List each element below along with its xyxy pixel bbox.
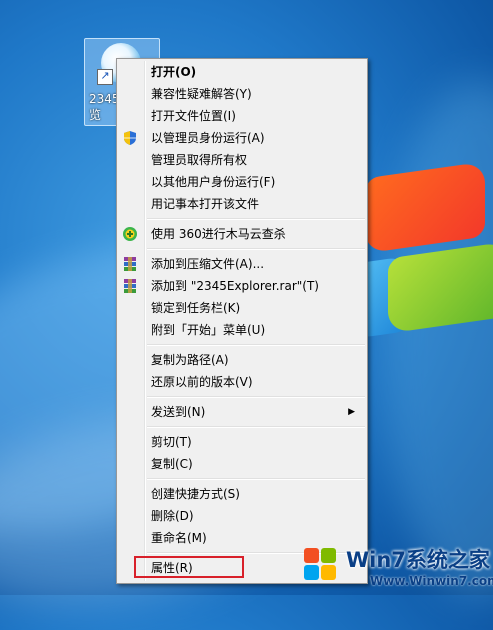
menu-item[interactable]: 用记事本打开该文件 xyxy=(117,193,367,215)
menu-item[interactable]: 以其他用户身份运行(F) xyxy=(117,171,367,193)
watermark-title: Win7系统之家 xyxy=(346,548,490,572)
menu-item-label: 兼容性疑难解答(Y) xyxy=(151,87,252,101)
winrar-icon xyxy=(122,278,138,294)
menu-item-label: 重命名(M) xyxy=(151,531,207,545)
menu-item[interactable]: 使用 360进行木马云查杀 xyxy=(117,223,367,245)
menu-item-label: 锁定到任务栏(K) xyxy=(151,301,241,315)
menu-item-label: 打开(O) xyxy=(151,65,197,79)
menu-item[interactable]: 打开(O) xyxy=(117,61,367,83)
shortcut-arrow-icon: ↗ xyxy=(97,69,113,85)
menu-item-label: 用记事本打开该文件 xyxy=(151,197,260,211)
uac-shield-icon xyxy=(122,130,138,146)
menu-item[interactable]: 管理员取得所有权 xyxy=(117,149,367,171)
menu-item-label: 以其他用户身份运行(F) xyxy=(151,175,276,189)
menu-separator xyxy=(147,218,365,220)
menu-item[interactable]: 打开文件位置(I) xyxy=(117,105,367,127)
menu-item-label: 删除(D) xyxy=(151,509,194,523)
menu-item[interactable]: 删除(D) xyxy=(117,505,367,527)
windows-flag-icon xyxy=(304,548,340,584)
menu-separator xyxy=(147,396,365,398)
menu-separator xyxy=(147,426,365,428)
menu-item[interactable]: 剪切(T) xyxy=(117,431,367,453)
menu-item-label: 复制为路径(A) xyxy=(151,353,229,367)
menu-item[interactable]: 创建快捷方式(S) xyxy=(117,483,367,505)
menu-item-label: 创建快捷方式(S) xyxy=(151,487,240,501)
menu-separator xyxy=(147,248,365,250)
context-menu: 打开(O) 兼容性疑难解答(Y) 打开文件位置(I) 以管理员身份运行(A) 管理员取得… xyxy=(116,58,368,584)
menu-item-label: 剪切(T) xyxy=(151,435,192,449)
watermark-url: Www.Winwin7.com xyxy=(370,574,493,588)
menu-item[interactable]: 锁定到任务栏(K) xyxy=(117,297,367,319)
menu-item-label: 打开文件位置(I) xyxy=(151,109,236,123)
menu-item[interactable]: 以管理员身份运行(A) xyxy=(117,127,367,149)
menu-item-label: 以管理员身份运行(A) xyxy=(151,131,265,145)
watermark: Win7系统之家 Www.Winwin7.com xyxy=(300,540,493,595)
highlight-box xyxy=(134,556,244,578)
menu-item-label: 添加到 "2345Explorer.rar"(T) xyxy=(151,279,319,293)
menu-item[interactable]: 复制为路径(A) xyxy=(117,349,367,371)
menu-item[interactable]: 复制(C) xyxy=(117,453,367,475)
menu-item[interactable]: 附到「开始」菜单(U) xyxy=(117,319,367,341)
menu-item[interactable]: 添加到压缩文件(A)... xyxy=(117,253,367,275)
menu-item[interactable]: 兼容性疑难解答(Y) xyxy=(117,83,367,105)
menu-item[interactable]: 添加到 "2345Explorer.rar"(T) xyxy=(117,275,367,297)
submenu-arrow-icon: ▶ xyxy=(348,407,355,417)
menu-item[interactable]: 还原以前的版本(V) xyxy=(117,371,367,393)
menu-separator xyxy=(147,478,365,480)
menu-item-label: 附到「开始」菜单(U) xyxy=(151,323,266,337)
menu-item-label: 发送到(N) xyxy=(151,405,206,419)
menu-item-label: 使用 360进行木马云查杀 xyxy=(151,227,286,241)
menu-separator xyxy=(147,344,365,346)
menu-item-label: 还原以前的版本(V) xyxy=(151,375,253,389)
menu-item-label: 添加到压缩文件(A)... xyxy=(151,257,265,271)
menu-item-label: 管理员取得所有权 xyxy=(151,153,248,167)
menu-item[interactable]: 发送到(N) ▶ xyxy=(117,401,367,423)
menu-item-label: 复制(C) xyxy=(151,457,193,471)
winrar-icon xyxy=(122,256,138,272)
360-security-icon xyxy=(122,226,138,242)
